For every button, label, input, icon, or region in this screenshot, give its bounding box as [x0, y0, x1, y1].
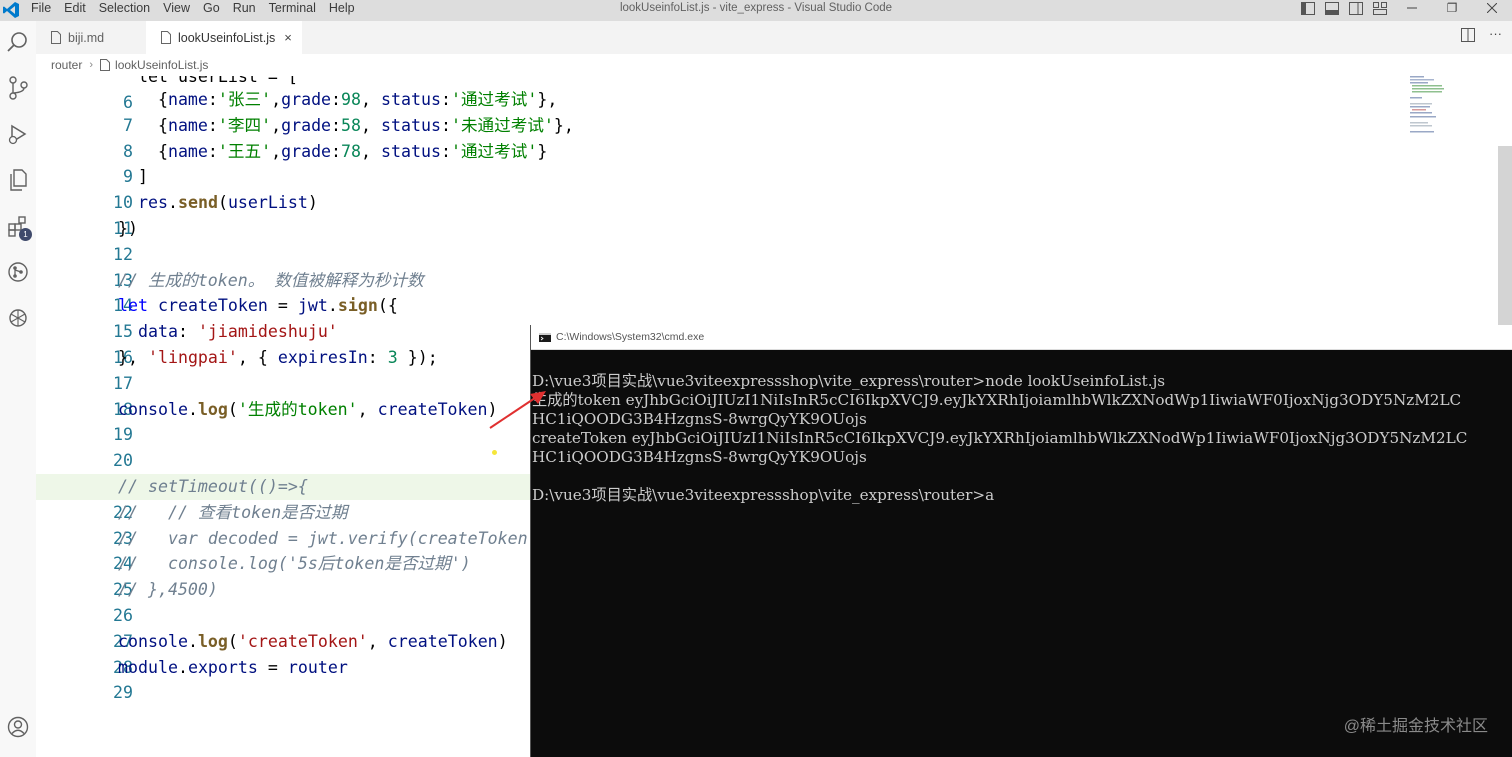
- menu-run[interactable]: Run: [233, 0, 269, 21]
- tab-bar: biji.md lookUseinfoList.js × ···: [36, 21, 1512, 54]
- menu-edit[interactable]: Edit: [64, 0, 99, 21]
- minimize-button[interactable]: [1392, 0, 1432, 16]
- tab-biji-md[interactable]: biji.md: [36, 21, 146, 54]
- code-text: module.exports = router: [118, 657, 348, 677]
- cmd-line: HC1iQOODG3B4HzgnsS-8wrgQyYK9OUojs: [532, 448, 867, 466]
- code-line: 13: [36, 242, 1436, 290]
- toggle-primary-sidebar-icon[interactable]: [1296, 0, 1320, 16]
- vscode-logo-icon: [3, 2, 19, 18]
- close-button[interactable]: [1472, 0, 1512, 16]
- code-text: {name:'李四',grade:58, status:'未通过考试'},: [118, 115, 574, 135]
- breadcrumb-separator: ›: [89, 59, 94, 71]
- code-line: 7 {name:'张三',grade:98, status:'通过考试'},: [36, 87, 1436, 135]
- menu-bar: File Edit Selection View Go Run Terminal…: [31, 0, 368, 21]
- code-line: 10 ]: [36, 164, 1436, 212]
- minimap[interactable]: [1410, 76, 1450, 136]
- menu-go[interactable]: Go: [203, 0, 233, 21]
- code-text: data: 'jiamideshuju': [137, 322, 338, 342]
- code-line: 12 }): [36, 216, 1436, 264]
- split-editor-icon[interactable]: [1461, 28, 1475, 47]
- file-icon: [100, 59, 111, 71]
- cmd-line: 生成的token eyJhbGciOiJIUzI1NiIsInR5cCI6Ikp…: [532, 391, 1462, 409]
- cmd-line: createToken eyJhbGciOiJIUzI1NiIsInR5cCI6…: [532, 429, 1468, 447]
- code-text: {name:'王五',grade:78, status:'通过考试'}: [118, 141, 548, 161]
- menu-terminal[interactable]: Terminal: [269, 0, 329, 21]
- menu-file[interactable]: File: [31, 0, 64, 21]
- title-controls: ❐: [1296, 0, 1512, 21]
- cmd-output: D:\vue3项目实战\vue3viteexpressshop\vite_exp…: [532, 372, 1512, 505]
- code-comment: // },4500): [118, 580, 218, 600]
- account-icon[interactable]: [3, 712, 33, 742]
- code-text: console.log('生成的token', createToken): [118, 399, 498, 419]
- code-text: }): [118, 219, 138, 238]
- restore-button[interactable]: ❐: [1432, 0, 1472, 16]
- code-line: 11 res.send(userList): [36, 190, 1436, 238]
- tab-label: lookUseinfoList.js: [178, 30, 276, 45]
- file-icon: [161, 31, 171, 44]
- menu-selection[interactable]: Selection: [99, 0, 163, 21]
- line-number: 29: [112, 683, 133, 703]
- code-comment: // setTimeout(()=>{: [118, 477, 308, 496]
- breadcrumb: router › lookUseinfoList.js: [36, 54, 1512, 76]
- source-control-icon[interactable]: [3, 73, 33, 103]
- code-comment: // var decoded = jwt.verify(createToken: [118, 528, 528, 548]
- run-debug-icon[interactable]: [3, 119, 33, 149]
- cmd-icon: [539, 332, 551, 342]
- toggle-panel-icon[interactable]: [1320, 0, 1344, 16]
- tab-label: biji.md: [68, 30, 105, 45]
- tab-lookuseinfolist-js[interactable]: lookUseinfoList.js ×: [146, 21, 302, 54]
- search-icon[interactable]: [3, 27, 33, 57]
- cmd-line: [532, 467, 1512, 486]
- breadcrumb-folder[interactable]: router: [51, 58, 82, 72]
- cmd-line: HC1iQOODG3B4HzgnsS-8wrgQyYK9OUojs: [532, 410, 867, 428]
- code-line: 15 let createToken = jwt.sign({: [36, 293, 1436, 341]
- watermark: @稀土掘金技术社区: [1343, 718, 1488, 735]
- code-comment: // console.log('5s后token是否过期'): [118, 554, 471, 574]
- code-comment: // 生成的token。 数值被解释为秒计数: [118, 270, 424, 290]
- cmd-title-bar[interactable]: C:\Windows\System32\cmd.exe: [531, 325, 1512, 350]
- code-text: {name:'张三',grade:98, status:'通过考试'},: [118, 90, 558, 109]
- git-graph-icon[interactable]: [3, 257, 33, 287]
- customize-layout-icon[interactable]: [1368, 0, 1392, 16]
- file-icon: [51, 31, 61, 44]
- menu-view[interactable]: View: [163, 0, 203, 21]
- toggle-secondary-sidebar-icon[interactable]: [1344, 0, 1368, 16]
- code-line: 8 {name:'李四',grade:58, status:'未通过考试'},: [36, 113, 1436, 161]
- breadcrumb-file[interactable]: lookUseinfoList.js: [115, 58, 208, 72]
- cmd-title: C:\Windows\System32\cmd.exe: [556, 331, 705, 343]
- code-comment: // // 查看token是否过期: [118, 502, 348, 522]
- code-line: 14 // 生成的token。 数值被解释为秒计数: [36, 268, 1436, 316]
- cursor-highlight: [492, 450, 497, 455]
- annotation-arrow-icon: [489, 391, 546, 429]
- cmd-window[interactable]: C:\Windows\System32\cmd.exe D:\vue3项目实战\…: [530, 325, 1512, 757]
- explorer-icon[interactable]: [3, 165, 33, 195]
- code-text: let createToken = jwt.sign({: [118, 296, 398, 316]
- extensions-badge: 1: [19, 228, 32, 241]
- activity-bar: 1: [0, 21, 36, 757]
- editor-actions: ···: [1461, 27, 1502, 47]
- more-actions-icon[interactable]: ···: [1489, 27, 1502, 47]
- title-bar: File Edit Selection View Go Run Terminal…: [0, 0, 1512, 21]
- code-text: ]: [118, 167, 148, 187]
- code-text: }, 'lingpai', { expiresIn: 3 });: [118, 348, 438, 367]
- code-text: res.send(userList): [137, 193, 318, 213]
- cmd-line: D:\vue3项目实战\vue3viteexpressshop\vite_exp…: [532, 372, 1166, 390]
- chatgpt-icon[interactable]: [3, 303, 33, 333]
- vertical-scrollbar[interactable]: [1498, 146, 1512, 326]
- code-line: 9 {name:'王五',grade:78, status:'通过考试'}: [36, 139, 1436, 187]
- extensions-icon[interactable]: 1: [3, 211, 33, 241]
- code-text: console.log('createToken', createToken): [118, 631, 508, 651]
- menu-help[interactable]: Help: [329, 0, 368, 21]
- close-tab-icon[interactable]: ×: [284, 30, 292, 45]
- cmd-line: D:\vue3项目实战\vue3viteexpressshop\vite_exp…: [532, 486, 995, 504]
